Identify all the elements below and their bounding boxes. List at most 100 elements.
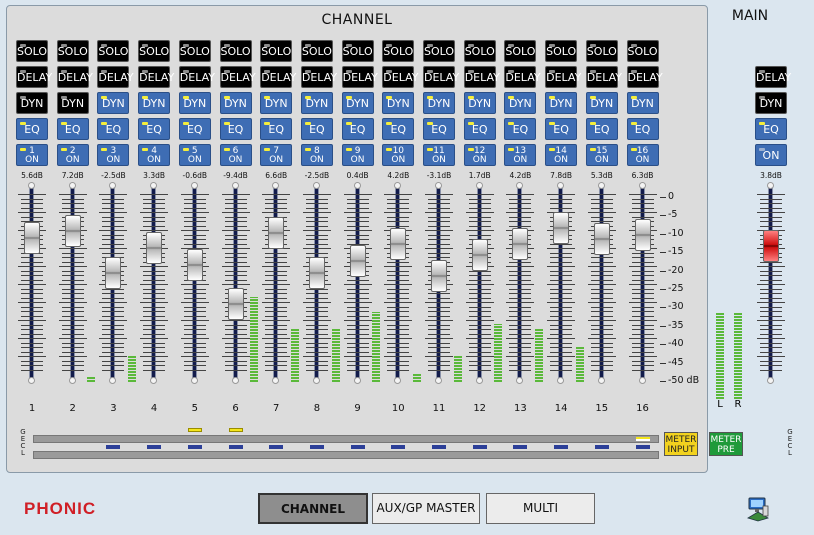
- ch14-eq-button[interactable]: EQ: [545, 118, 578, 140]
- ch15-dyn-button[interactable]: DYN: [585, 92, 618, 114]
- ch9-solo-button[interactable]: SOLO: [341, 40, 374, 62]
- main-fader-knob[interactable]: [763, 229, 779, 262]
- ch8-eq-button[interactable]: EQ: [300, 118, 333, 140]
- ch5-solo-button[interactable]: SOLO: [178, 40, 211, 62]
- ch7-delay-button[interactable]: DELAY: [260, 66, 296, 88]
- ch10-solo-button[interactable]: SOLO: [382, 40, 415, 62]
- ch1-on-button[interactable]: 1 ON: [16, 144, 48, 166]
- ch7-solo-button[interactable]: SOLO: [260, 40, 293, 62]
- ch1-delay-button[interactable]: DELAY: [16, 66, 52, 88]
- ch15-delay-button[interactable]: DELAY: [585, 66, 622, 88]
- ch3-solo-button[interactable]: SOLO: [97, 40, 130, 62]
- ch9-fader-knob[interactable]: [349, 244, 366, 277]
- ch3-fader-knob[interactable]: [105, 257, 122, 290]
- ch5-fader-knob[interactable]: [186, 248, 203, 281]
- bus-top-mark-ch16[interactable]: [635, 437, 650, 441]
- ch6-dyn-button[interactable]: DYN: [219, 92, 252, 114]
- ch10-dyn-button[interactable]: DYN: [382, 92, 415, 114]
- bus-bottom-mark-ch7[interactable]: [269, 445, 284, 449]
- ch14-solo-button[interactable]: SOLO: [545, 40, 578, 62]
- main-on-button[interactable]: ON: [755, 144, 787, 166]
- ch11-dyn-button[interactable]: DYN: [423, 92, 455, 114]
- ch3-dyn-button[interactable]: DYN: [97, 92, 130, 114]
- ch6-fader-knob[interactable]: [227, 287, 244, 320]
- ch15-eq-button[interactable]: EQ: [585, 118, 618, 140]
- tab-multi[interactable]: MULTI: [486, 493, 595, 524]
- ch7-on-button[interactable]: 7 ON: [260, 144, 293, 166]
- ch1-fader-knob[interactable]: [24, 221, 40, 254]
- ch12-dyn-button[interactable]: DYN: [463, 92, 496, 114]
- ch9-on-button[interactable]: 9 ON: [341, 144, 374, 166]
- ch13-delay-button[interactable]: DELAY: [504, 66, 541, 88]
- meter-pre-button[interactable]: METER PRE: [709, 432, 743, 456]
- ch14-fader-knob[interactable]: [553, 212, 570, 244]
- ch5-dyn-button[interactable]: DYN: [178, 92, 211, 114]
- bus-bottom-mark-ch12[interactable]: [472, 445, 487, 449]
- ch12-solo-button[interactable]: SOLO: [463, 40, 496, 62]
- ch13-fader-knob[interactable]: [512, 227, 529, 260]
- ch2-dyn-button[interactable]: DYN: [56, 92, 89, 114]
- ch8-on-button[interactable]: 8 ON: [300, 144, 333, 166]
- bus-bar-top[interactable]: [33, 435, 659, 443]
- ch9-dyn-button[interactable]: DYN: [341, 92, 374, 114]
- ch1-eq-button[interactable]: EQ: [16, 118, 48, 140]
- ch16-on-button[interactable]: 16 ON: [626, 144, 659, 166]
- bus-bottom-mark-ch14[interactable]: [554, 445, 569, 449]
- ch11-fader-knob[interactable]: [431, 259, 447, 292]
- ch8-fader-knob[interactable]: [308, 257, 325, 290]
- ch14-delay-button[interactable]: DELAY: [545, 66, 581, 88]
- ch13-dyn-button[interactable]: DYN: [504, 92, 537, 114]
- ch11-on-button[interactable]: 11 ON: [423, 144, 455, 166]
- tab-aux-gp-master[interactable]: AUX/GP MASTER: [372, 493, 480, 524]
- ch6-solo-button[interactable]: SOLO: [219, 40, 252, 62]
- ch16-fader-knob[interactable]: [634, 218, 651, 251]
- ch10-eq-button[interactable]: EQ: [382, 118, 415, 140]
- ch11-eq-button[interactable]: EQ: [423, 118, 455, 140]
- ch13-eq-button[interactable]: EQ: [504, 118, 537, 140]
- ch16-solo-button[interactable]: SOLO: [626, 40, 659, 62]
- ch13-on-button[interactable]: 13 ON: [504, 144, 537, 166]
- ch9-delay-button[interactable]: DELAY: [341, 66, 378, 88]
- ch4-fader-knob[interactable]: [146, 231, 163, 264]
- ch11-delay-button[interactable]: DELAY: [423, 66, 459, 88]
- ch12-fader-knob[interactable]: [471, 238, 488, 271]
- bus-top-mark-ch5[interactable]: [187, 428, 202, 432]
- ch6-on-button[interactable]: 6 ON: [219, 144, 252, 166]
- main-delay-button[interactable]: DELAY: [755, 66, 791, 88]
- ch6-eq-button[interactable]: EQ: [219, 118, 252, 140]
- network-computer-icon[interactable]: [746, 496, 770, 522]
- ch3-delay-button[interactable]: DELAY: [97, 66, 134, 88]
- ch4-on-button[interactable]: 4 ON: [138, 144, 171, 166]
- main-eq-button[interactable]: EQ: [755, 118, 787, 140]
- ch10-fader-knob[interactable]: [390, 227, 407, 260]
- bus-bottom-mark-ch8[interactable]: [309, 445, 324, 449]
- meter-input-button[interactable]: METER INPUT: [664, 432, 698, 456]
- ch2-fader-knob[interactable]: [64, 214, 81, 247]
- bus-bottom-mark-ch16[interactable]: [635, 445, 650, 449]
- ch2-eq-button[interactable]: EQ: [56, 118, 89, 140]
- ch6-delay-button[interactable]: DELAY: [219, 66, 256, 88]
- bus-bottom-mark-ch13[interactable]: [513, 445, 528, 449]
- ch16-dyn-button[interactable]: DYN: [626, 92, 659, 114]
- ch3-on-button[interactable]: 3 ON: [97, 144, 130, 166]
- ch9-eq-button[interactable]: EQ: [341, 118, 374, 140]
- ch5-on-button[interactable]: 5 ON: [178, 144, 211, 166]
- bus-bottom-mark-ch9[interactable]: [350, 445, 365, 449]
- ch7-eq-button[interactable]: EQ: [260, 118, 293, 140]
- ch12-on-button[interactable]: 12 ON: [463, 144, 496, 166]
- ch15-on-button[interactable]: 15 ON: [585, 144, 618, 166]
- ch4-eq-button[interactable]: EQ: [138, 118, 171, 140]
- ch8-dyn-button[interactable]: DYN: [300, 92, 333, 114]
- ch1-solo-button[interactable]: SOLO: [16, 40, 48, 62]
- ch8-delay-button[interactable]: DELAY: [300, 66, 337, 88]
- ch12-delay-button[interactable]: DELAY: [463, 66, 500, 88]
- bus-bottom-mark-ch10[interactable]: [391, 445, 406, 449]
- ch2-delay-button[interactable]: DELAY: [56, 66, 93, 88]
- ch11-solo-button[interactable]: SOLO: [423, 40, 455, 62]
- ch7-dyn-button[interactable]: DYN: [260, 92, 293, 114]
- ch14-dyn-button[interactable]: DYN: [545, 92, 578, 114]
- tab-channel[interactable]: CHANNEL: [258, 493, 368, 524]
- ch1-dyn-button[interactable]: DYN: [16, 92, 48, 114]
- ch10-delay-button[interactable]: DELAY: [382, 66, 419, 88]
- ch16-delay-button[interactable]: DELAY: [626, 66, 663, 88]
